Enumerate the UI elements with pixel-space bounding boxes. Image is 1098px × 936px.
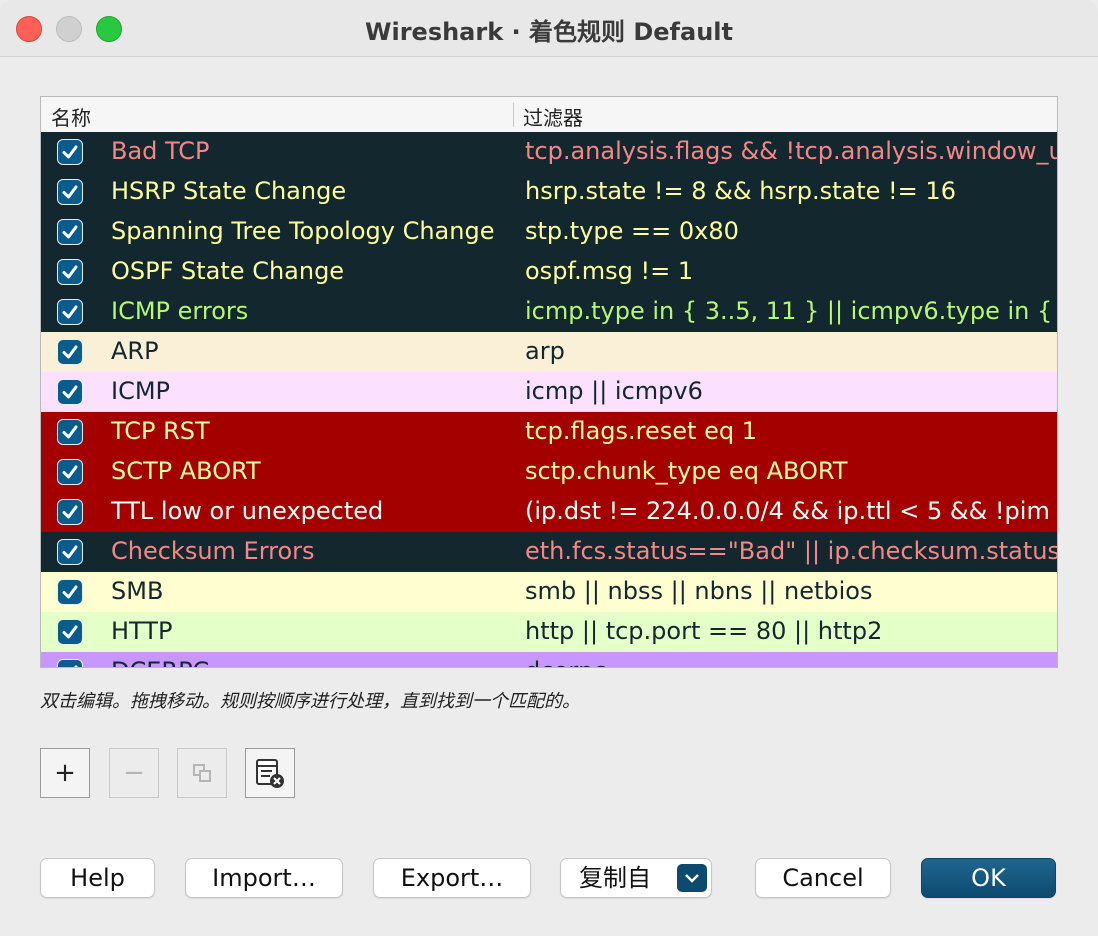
remove-rule-button[interactable]: − bbox=[109, 748, 159, 798]
column-header-name[interactable]: 名称 bbox=[51, 102, 91, 131]
checkmark-icon bbox=[62, 585, 78, 599]
checkmark-icon bbox=[62, 385, 78, 399]
rule-filter: tcp.analysis.flags && !tcp.analysis.wind… bbox=[525, 137, 1057, 165]
rule-name: SMB bbox=[111, 577, 164, 605]
add-rule-button[interactable]: + bbox=[40, 748, 90, 798]
rule-enabled-checkbox[interactable] bbox=[57, 419, 83, 445]
rule-row[interactable]: Checksum Errors eth.fcs.status=="Bad" || … bbox=[41, 532, 1057, 572]
rule-filter: eth.fcs.status=="Bad" || ip.checksum.sta… bbox=[525, 537, 1057, 565]
checkmark-icon bbox=[74, 665, 78, 667]
rule-enabled-checkbox[interactable] bbox=[57, 659, 83, 667]
rule-row[interactable]: OSPF State Change ospf.msg != 1 bbox=[41, 252, 1057, 292]
checkmark-icon bbox=[62, 185, 78, 199]
rule-filter: hsrp.state != 8 && hsrp.state != 16 bbox=[525, 177, 956, 205]
checkmark-icon bbox=[62, 545, 78, 559]
copy-from-label: 复制自 bbox=[579, 864, 651, 892]
rule-filter: stp.type == 0x80 bbox=[525, 217, 739, 245]
rule-filter: (ip.dst != 224.0.0.0/4 && ip.ttl < 5 && … bbox=[525, 497, 1057, 525]
rule-name: SCTP ABORT bbox=[111, 457, 261, 485]
rule-filter: arp bbox=[525, 337, 565, 365]
export-button[interactable]: Export… bbox=[373, 858, 531, 898]
column-header-filter[interactable]: 过滤器 bbox=[523, 102, 583, 131]
table-header: 名称 过滤器 bbox=[41, 97, 1057, 133]
rule-filter: dcerpc bbox=[525, 657, 607, 667]
rule-enabled-checkbox[interactable] bbox=[57, 499, 83, 525]
cancel-button[interactable]: Cancel bbox=[755, 858, 891, 898]
rule-name: Spanning Tree Topology Change bbox=[111, 217, 495, 245]
rule-row[interactable]: Spanning Tree Topology Change stp.type ==… bbox=[41, 212, 1057, 252]
rule-row[interactable]: ICMP icmp || icmpv6 bbox=[41, 372, 1057, 412]
rule-filter: http || tcp.port == 80 || http2 bbox=[525, 617, 883, 645]
rule-enabled-checkbox[interactable] bbox=[57, 339, 83, 365]
window-title: Wireshark · 着色规则 Default bbox=[365, 18, 733, 46]
rule-name: TTL low or unexpected bbox=[111, 497, 384, 525]
clear-rules-button[interactable] bbox=[245, 748, 295, 798]
copy-icon bbox=[193, 764, 211, 782]
hint-text: 双击编辑。拖拽移动。规则按顺序进行处理，直到找到一个匹配的。 bbox=[40, 691, 580, 712]
minus-icon: − bbox=[123, 758, 145, 788]
import-button[interactable]: Import… bbox=[185, 858, 343, 898]
column-divider[interactable] bbox=[513, 103, 514, 127]
rule-row[interactable]: HTTP http || tcp.port == 80 || http2 bbox=[41, 612, 1057, 652]
rule-row[interactable]: ARP arp bbox=[41, 332, 1057, 372]
help-button[interactable]: Help bbox=[40, 858, 155, 898]
rule-row[interactable]: SMB smb || nbss || nbns || netbios bbox=[41, 572, 1057, 612]
rule-enabled-checkbox[interactable] bbox=[57, 379, 83, 405]
rule-filter: icmp || icmpv6 bbox=[525, 377, 703, 405]
coloring-rules-dialog: Wireshark · 着色规则 Default 名称 过滤器 Bad TCP t… bbox=[0, 0, 1098, 936]
rule-row[interactable]: SCTP ABORT sctp.chunk_type eq ABORT bbox=[41, 452, 1057, 492]
rule-name: TCP RST bbox=[111, 417, 210, 445]
rule-row[interactable]: HSRP State Change hsrp.state != 8 && hsrp… bbox=[41, 172, 1057, 212]
checkmark-icon bbox=[62, 505, 78, 519]
rule-name: DCERPC bbox=[111, 657, 209, 667]
rule-filter: tcp.flags.reset eq 1 bbox=[525, 417, 757, 445]
rule-enabled-checkbox[interactable] bbox=[57, 139, 83, 165]
checkmark-icon bbox=[62, 305, 78, 319]
rule-name: ARP bbox=[111, 337, 159, 365]
rule-row[interactable]: ICMP errors icmp.type in { 3..5, 11 } || … bbox=[41, 292, 1057, 332]
rule-name: HTTP bbox=[111, 617, 173, 645]
checkmark-icon bbox=[62, 145, 78, 159]
rule-filter: icmp.type in { 3..5, 11 } || icmpv6.type… bbox=[525, 297, 1057, 325]
checkmark-icon bbox=[62, 425, 78, 439]
clear-list-icon bbox=[256, 759, 284, 788]
checkmark-icon bbox=[62, 465, 78, 479]
copy-from-dropdown[interactable]: 复制自 bbox=[560, 858, 712, 898]
rule-name: OSPF State Change bbox=[111, 257, 345, 285]
rule-enabled-checkbox[interactable] bbox=[57, 539, 83, 565]
rule-enabled-checkbox[interactable] bbox=[57, 459, 83, 485]
title-bar: Wireshark · 着色规则 Default bbox=[0, 0, 1098, 57]
plus-icon: + bbox=[54, 758, 76, 788]
rule-enabled-checkbox[interactable] bbox=[57, 299, 83, 325]
checkmark-icon bbox=[62, 225, 78, 239]
rule-row[interactable]: Bad TCP tcp.analysis.flags && !tcp.analys… bbox=[41, 132, 1057, 172]
checkmark-icon bbox=[62, 625, 78, 639]
rule-name: HSRP State Change bbox=[111, 177, 347, 205]
rule-row[interactable]: TCP RST tcp.flags.reset eq 1 bbox=[41, 412, 1057, 452]
ok-button[interactable]: OK bbox=[921, 858, 1056, 898]
rule-enabled-checkbox[interactable] bbox=[57, 219, 83, 245]
rule-filter: sctp.chunk_type eq ABORT bbox=[525, 457, 848, 485]
rule-filter: ospf.msg != 1 bbox=[525, 257, 694, 285]
copy-rule-button[interactable] bbox=[177, 748, 227, 798]
rule-enabled-checkbox[interactable] bbox=[57, 259, 83, 285]
rule-name: Checksum Errors bbox=[111, 537, 315, 565]
rule-enabled-checkbox[interactable] bbox=[57, 179, 83, 205]
rule-name: ICMP bbox=[111, 377, 171, 405]
checkmark-icon bbox=[62, 345, 78, 359]
rule-enabled-checkbox[interactable] bbox=[57, 619, 83, 645]
rule-row[interactable]: DCERPC dcerpc bbox=[41, 652, 1057, 667]
chevron-down-icon bbox=[685, 874, 699, 883]
dropdown-arrow[interactable] bbox=[677, 864, 707, 892]
rule-name: Bad TCP bbox=[111, 137, 210, 165]
coloring-rules-table[interactable]: 名称 过滤器 Bad TCP tcp.analysis.flags && !tcp… bbox=[40, 96, 1058, 668]
checkmark-icon bbox=[62, 265, 78, 279]
rule-name: ICMP errors bbox=[111, 297, 249, 325]
rule-enabled-checkbox[interactable] bbox=[57, 579, 83, 605]
rule-filter: smb || nbss || nbns || netbios bbox=[525, 577, 873, 605]
rule-row[interactable]: TTL low or unexpected (ip.dst != 224.0.0.… bbox=[41, 492, 1057, 532]
rules-list: Bad TCP tcp.analysis.flags && !tcp.analys… bbox=[41, 132, 1057, 667]
